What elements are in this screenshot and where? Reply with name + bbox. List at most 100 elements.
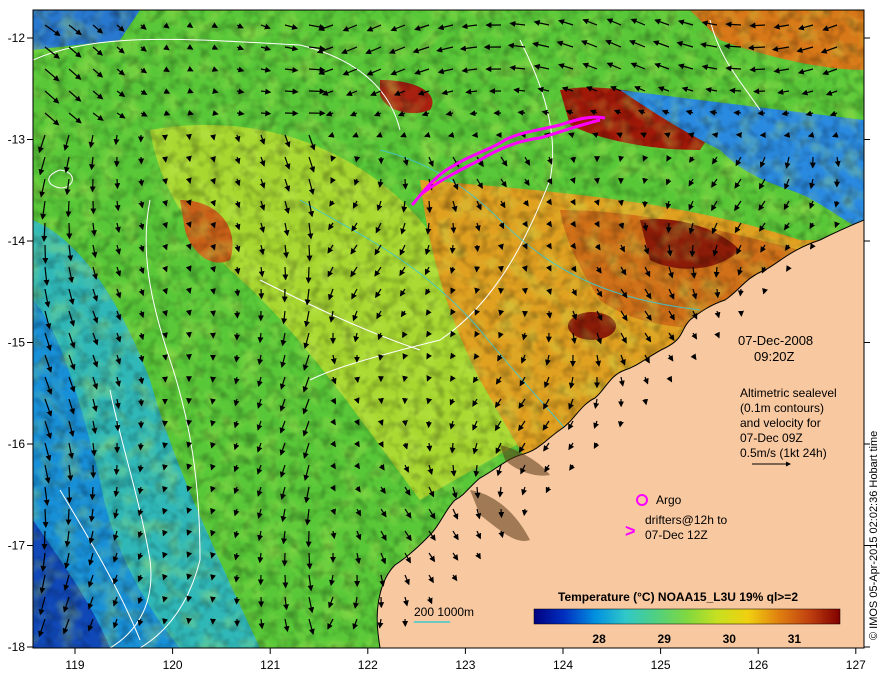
- velocity-arrow: [689, 244, 696, 258]
- velocity-arrow: [471, 131, 479, 138]
- x-tick-label: 127: [846, 658, 866, 672]
- velocity-arrow: [210, 596, 216, 603]
- velocity-arrow: [593, 177, 600, 185]
- velocity-arrow: [258, 288, 265, 300]
- y-tick-label: -16: [8, 437, 26, 451]
- velocity-arrow: [41, 530, 48, 550]
- velocity-arrow: [753, 88, 766, 95]
- x-tick-label: 119: [65, 658, 84, 672]
- y-tick-label: -12: [8, 31, 26, 45]
- colorbar-tick-label: 30: [723, 632, 737, 646]
- drifter-marker-icon: >: [625, 521, 636, 541]
- velocity-arrow: [354, 376, 360, 384]
- velocity-arrow: [65, 200, 72, 218]
- velocity-arrow: [162, 354, 168, 361]
- x-tick-label: 123: [455, 658, 475, 672]
- velocity-arrow: [714, 288, 721, 299]
- velocity-arrow: [497, 265, 504, 273]
- velocity-arrow: [401, 420, 408, 427]
- velocity-arrow: [138, 398, 145, 407]
- colorbar: [533, 608, 841, 625]
- velocity-arrow: [233, 354, 240, 363]
- velocity-arrow: [617, 199, 624, 207]
- velocity-arrow: [65, 508, 72, 526]
- map-time: 09:20Z: [754, 349, 795, 364]
- y-tick-label: -17: [8, 539, 26, 553]
- x-tick-label: 121: [260, 658, 280, 672]
- drifters-line-1: drifters@12h to: [645, 513, 728, 527]
- velocity-arrow: [469, 110, 478, 117]
- velocity-arrow: [783, 131, 791, 138]
- velocity-arrow: [450, 222, 457, 234]
- velocity-arrow: [713, 266, 720, 278]
- velocity-arrow: [281, 552, 288, 567]
- velocity-arrow: [449, 244, 456, 254]
- x-axis: 119 120 121 122 123 124 125 126 127: [65, 648, 866, 672]
- velocity-arrow: [521, 287, 528, 295]
- altimetry-line-4: 07-Dec 09Z: [740, 431, 803, 445]
- velocity-arrow: [114, 178, 121, 190]
- drifters-line-2: 07-Dec 12Z: [645, 528, 708, 542]
- velocity-arrow: [162, 156, 168, 163]
- depth-legend: 200 1000m: [414, 605, 474, 619]
- velocity-arrow: [186, 419, 193, 427]
- velocity-arrow: [90, 200, 97, 215]
- velocity-arrow: [89, 178, 96, 193]
- velocity-arrow: [426, 200, 433, 214]
- colorbar-tick-label: 28: [592, 632, 606, 646]
- velocity-arrow: [711, 132, 719, 139]
- velocity-arrow: [618, 155, 625, 163]
- x-tick-label: 122: [358, 658, 378, 672]
- colorbar-title: Temperature (°C) NOAA15_L3U 19% ql>=2: [558, 590, 798, 604]
- velocity-arrow: [185, 331, 192, 339]
- velocity-arrow: [282, 266, 289, 281]
- velocity-arrow: [306, 552, 313, 570]
- velocity-arrow: [186, 617, 193, 625]
- velocity-arrow: [498, 508, 505, 519]
- altimetry-line-1: Altimetric sealevel: [740, 386, 837, 400]
- velocity-arrow: [449, 442, 456, 454]
- colorbar-tick-label: 29: [658, 632, 672, 646]
- velocity-arrow: [306, 244, 313, 262]
- velocity-arrow: [260, 110, 272, 117]
- velocity-arrow: [521, 508, 528, 517]
- velocity-arrow: [210, 310, 216, 317]
- sst-map: 119 120 121 122 123 124 125 126 127 -12 -13 -14 -15…: [8, 9, 880, 672]
- velocity-arrow: [737, 288, 744, 297]
- velocity-arrow: [517, 109, 526, 116]
- velocity-arrow: [113, 464, 120, 476]
- y-tick-label: -15: [8, 336, 26, 350]
- map-date: 07-Dec-2008: [738, 333, 813, 348]
- velocity-arrow: [42, 244, 49, 264]
- x-tick-label: 120: [163, 658, 183, 672]
- velocity-arrow: [402, 178, 409, 190]
- altimetry-line-5: 0.5m/s (1kt 24h): [740, 446, 827, 460]
- argo-label: Argo: [656, 493, 682, 507]
- map-plot-area: [33, 10, 864, 648]
- velocity-arrow: [66, 222, 73, 240]
- velocity-arrow: [185, 133, 192, 141]
- x-tick-label: 124: [553, 658, 573, 672]
- velocity-arrow: [749, 22, 766, 29]
- velocity-arrow: [305, 266, 312, 284]
- x-tick-label: 125: [651, 658, 671, 672]
- y-tick-label: -13: [8, 133, 26, 147]
- velocity-arrow: [42, 508, 49, 528]
- y-tick-label: -14: [8, 234, 26, 248]
- velocity-arrow: [305, 530, 312, 548]
- velocity-arrow: [210, 398, 216, 405]
- velocity-arrow: [89, 486, 96, 501]
- y-tick-label: -18: [8, 640, 26, 654]
- velocity-arrow: [729, 87, 742, 94]
- velocity-arrow: [282, 574, 289, 589]
- altimetry-line-2: (0.1m contours): [740, 401, 824, 415]
- colorbar-tick-label: 31: [788, 632, 802, 646]
- velocity-arrow: [474, 244, 481, 252]
- velocity-arrow: [377, 397, 384, 405]
- velocity-arrow: [308, 88, 326, 95]
- velocity-arrow: [749, 66, 766, 73]
- velocity-arrow: [665, 222, 672, 234]
- velocity-arrow: [162, 442, 169, 449]
- credit-text: © IMOS 05-Apr-2015 02:02:36 Hobart time: [868, 431, 880, 640]
- x-tick-label: 126: [748, 658, 768, 672]
